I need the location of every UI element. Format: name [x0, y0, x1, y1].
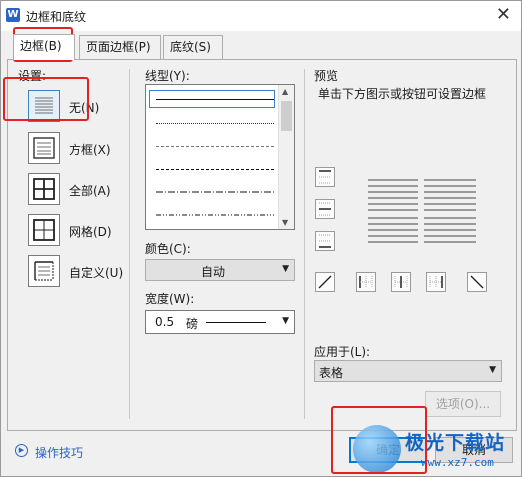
wps-writer-icon: W: [6, 8, 20, 22]
line-style-scrollbar[interactable]: ▲ ▼: [278, 85, 294, 229]
width-unit: 磅: [186, 317, 199, 331]
line-style-dotted[interactable]: [156, 123, 274, 124]
setting-none-button[interactable]: [28, 90, 60, 122]
line-style-dash-dot[interactable]: [156, 191, 274, 193]
chevron-down-icon: ▼: [282, 264, 289, 274]
setting-grid-button[interactable]: [28, 214, 60, 246]
title-bar: W 边框和底纹 ✕: [1, 1, 521, 31]
diagonal-down-icon: [470, 275, 484, 289]
border-left-icon: [359, 276, 373, 288]
color-value: 自动: [201, 265, 226, 279]
watermark-logo: [353, 425, 401, 473]
tab-borders[interactable]: 边框(B): [13, 34, 75, 60]
preview-heading: 预览: [314, 69, 339, 83]
tab-shading[interactable]: 底纹(S): [163, 35, 223, 59]
border-none-icon: [35, 97, 53, 114]
line-style-list[interactable]: ▲ ▼: [145, 84, 295, 230]
left-border-button[interactable]: [356, 272, 376, 292]
border-all-icon: [33, 178, 55, 200]
play-circle-icon[interactable]: ▶: [15, 444, 28, 457]
border-grid-icon: [33, 219, 55, 241]
inside-vertical-button[interactable]: [391, 272, 411, 292]
scroll-thumb[interactable]: [281, 101, 292, 131]
border-box-icon: [33, 137, 55, 159]
preview-canvas[interactable]: [366, 177, 486, 251]
color-label: 颜色(C):: [145, 242, 191, 256]
setting-all-label[interactable]: 全部(A): [69, 182, 111, 199]
width-label: 宽度(W):: [145, 292, 195, 306]
diagonal-down-button[interactable]: [467, 272, 487, 292]
line-style-dash-dot-long[interactable]: [156, 214, 274, 216]
top-border-button[interactable]: [315, 167, 335, 187]
right-border-button[interactable]: [426, 272, 446, 292]
line-style-label: 线型(Y):: [145, 69, 190, 83]
color-dropdown[interactable]: 自动 ▼: [145, 259, 295, 281]
apply-to-dropdown[interactable]: 表格 ▼: [314, 360, 502, 382]
separator: [304, 69, 305, 419]
watermark-text: 极光下载站: [405, 432, 506, 454]
tab-page-border[interactable]: 页面边框(P): [79, 35, 161, 59]
chevron-down-icon: ▼: [489, 365, 496, 375]
line-style-dashed[interactable]: [156, 169, 274, 170]
options-button[interactable]: 选项(O)...: [425, 391, 501, 417]
border-top-icon: [319, 170, 331, 184]
bottom-border-button[interactable]: [315, 231, 335, 251]
width-dropdown[interactable]: 0.5 磅 ▼: [145, 310, 295, 334]
apply-to-value: 表格: [319, 366, 344, 380]
diagonal-up-button[interactable]: [315, 272, 335, 292]
dialog-title: 边框和底纹: [26, 10, 87, 24]
setting-custom-label[interactable]: 自定义(U): [69, 264, 123, 281]
setting-grid-label[interactable]: 网格(D): [69, 223, 112, 240]
width-value: 0.5: [155, 315, 175, 329]
border-custom-icon: [34, 261, 54, 281]
line-style-dashed-short[interactable]: [156, 146, 274, 147]
border-inside-vertical-icon: [394, 276, 408, 288]
apply-to-label: 应用于(L):: [314, 345, 371, 359]
line-style-solid[interactable]: [156, 99, 274, 100]
width-line-sample: [206, 322, 266, 323]
settings-heading: 设置:: [18, 69, 47, 83]
watermark-url: www.xz7.com: [421, 456, 494, 469]
setting-none-label[interactable]: 无(N): [69, 99, 99, 116]
border-bottom-icon: [319, 234, 331, 248]
preview-hint: 单击下方图示或按钮可设置边框: [318, 87, 487, 101]
inside-horizontal-button[interactable]: [315, 199, 335, 219]
borders-and-shading-dialog: W 边框和底纹 ✕ 边框(B) 页面边框(P) 底纹(S) 设置: 无(N) 方…: [0, 0, 522, 477]
setting-all-button[interactable]: [28, 173, 60, 205]
border-right-icon: [429, 276, 443, 288]
close-icon[interactable]: ✕: [496, 4, 511, 25]
setting-box-button[interactable]: [28, 132, 60, 164]
tips-link[interactable]: 操作技巧: [35, 444, 83, 461]
scroll-down-icon[interactable]: ▼: [282, 218, 288, 227]
border-inside-horizontal-icon: [319, 202, 331, 216]
chevron-down-icon: ▼: [282, 316, 289, 326]
setting-custom-button[interactable]: [28, 255, 60, 287]
scroll-up-icon[interactable]: ▲: [282, 87, 288, 96]
separator: [129, 69, 130, 419]
diagonal-up-icon: [318, 275, 332, 289]
setting-box-label[interactable]: 方框(X): [69, 141, 111, 158]
